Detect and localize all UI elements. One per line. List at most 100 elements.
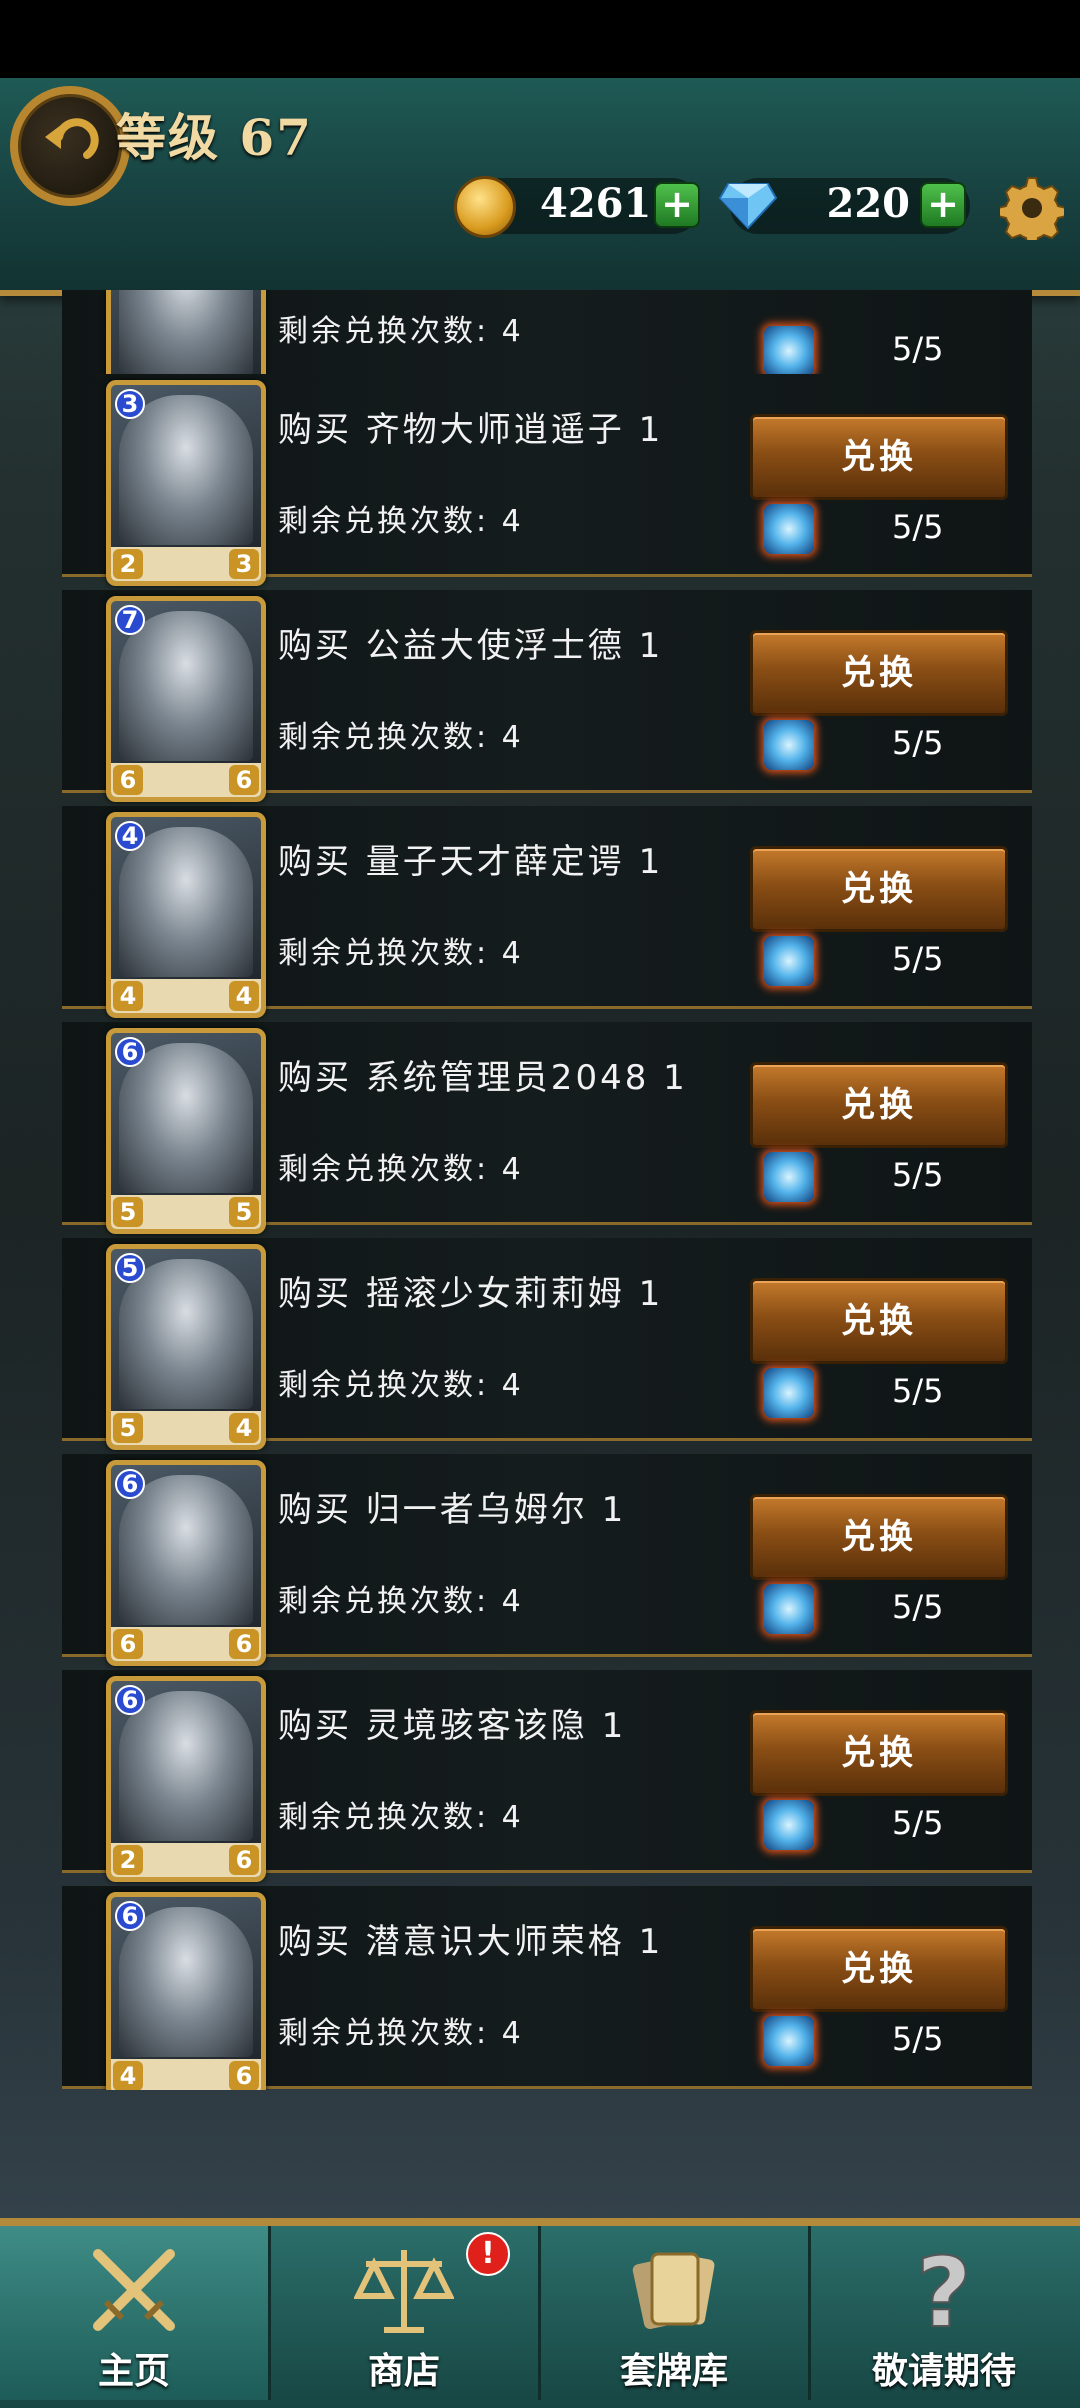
exchange-cost: 5/5	[892, 724, 944, 762]
card-art	[119, 1259, 253, 1409]
list-item: 5 5 4 购买 摇滚少女莉莉姆 1 剩余兑换次数: 4 兑换 5/5	[62, 1238, 1032, 1450]
exchange-cost: 5/5	[892, 508, 944, 546]
tab-home[interactable]: 主页	[0, 2226, 271, 2400]
remaining-count: 剩余兑换次数: 4	[278, 1800, 524, 1835]
add-gems-button[interactable]: +	[920, 182, 966, 228]
exchange-cost: 5/5	[892, 1588, 944, 1626]
card-cost: 6	[115, 1469, 145, 1499]
card-health: 6	[229, 1629, 259, 1659]
tab-deck[interactable]: 套牌库	[540, 2226, 811, 2400]
card-art	[119, 1691, 253, 1841]
character-card[interactable]: 6 2 6	[106, 1676, 266, 1882]
card-art	[119, 827, 253, 977]
remaining-count: 剩余兑换次数: 4	[278, 504, 524, 539]
remaining-count: 剩余兑换次数: 4	[278, 314, 524, 349]
buy-label: 购买 归一者乌姆尔 1	[278, 1490, 627, 1530]
ice-crystal-icon	[764, 1152, 814, 1202]
card-art	[119, 611, 253, 761]
card-cost: 7	[115, 605, 145, 635]
exchange-cost: 5/5	[892, 940, 944, 978]
exchange-button[interactable]: 兑换	[750, 1710, 1008, 1796]
buy-label: 购买 量子天才薛定谔 1	[278, 842, 664, 882]
card-art	[119, 1043, 253, 1193]
svg-text:?: ?	[916, 2240, 972, 2340]
scales-icon	[354, 2250, 454, 2333]
list-item: 6 2 6 购买 灵境骇客该隐 1 剩余兑换次数: 4 兑换 5/5	[62, 1670, 1032, 1882]
exchange-list[interactable]: 5 5 剩余兑换次数: 4 5/5 3 2 3 购买 齐物大师逍遥子 1 剩余兑…	[62, 290, 1032, 2090]
exchange-button[interactable]: 兑换	[750, 1278, 1008, 1364]
card-cost: 6	[115, 1037, 145, 1067]
exchange-cost: 5/5	[892, 1156, 944, 1194]
character-card[interactable]: 6 5 5	[106, 1028, 266, 1234]
exchange-button[interactable]: 兑换	[750, 630, 1008, 716]
add-coins-button[interactable]: +	[654, 182, 700, 228]
shop-notification-badge: !	[466, 2232, 510, 2276]
buy-label: 购买 系统管理员2048 1	[278, 1058, 688, 1098]
list-item: 6 4 6 购买 潜意识大师荣格 1 剩余兑换次数: 4 兑换 5/5	[62, 1886, 1032, 2090]
tab-coming-soon[interactable]: ? 敬请期待	[810, 2226, 1078, 2400]
diamond-icon	[718, 183, 778, 230]
card-deck-icon	[632, 2252, 715, 2329]
character-card[interactable]: 6 6 6	[106, 1460, 266, 1666]
exchange-button[interactable]: 兑换	[750, 414, 1008, 500]
settings-gear-icon[interactable]	[1000, 176, 1064, 240]
character-card[interactable]: 6 4 6	[106, 1892, 266, 2090]
player-level: 等级 67	[116, 108, 313, 167]
buy-label: 购买 潜意识大师荣格 1	[278, 1922, 664, 1962]
exchange-cost: 5/5	[892, 330, 944, 368]
back-button[interactable]	[10, 86, 130, 206]
card-attack: 2	[113, 1845, 143, 1875]
card-health: 4	[229, 981, 259, 1011]
character-card[interactable]: 5 5 4	[106, 1244, 266, 1450]
ice-crystal-icon	[764, 326, 814, 376]
list-item: 6 6 6 购买 归一者乌姆尔 1 剩余兑换次数: 4 兑换 5/5	[62, 1454, 1032, 1666]
back-arrow-icon	[45, 118, 99, 159]
character-card[interactable]: 3 2 3	[106, 380, 266, 586]
buy-label: 购买 公益大使浮士德 1	[278, 626, 664, 666]
card-cost: 6	[115, 1685, 145, 1715]
card-attack: 5	[113, 1197, 143, 1227]
character-card[interactable]: 4 4 4	[106, 812, 266, 1018]
exchange-button[interactable]: 兑换	[750, 1062, 1008, 1148]
remaining-count: 剩余兑换次数: 4	[278, 720, 524, 755]
ice-crystal-icon	[764, 936, 814, 986]
remaining-count: 剩余兑换次数: 4	[278, 2016, 524, 2051]
ice-crystal-icon	[764, 2016, 814, 2066]
crossed-swords-icon	[93, 2249, 175, 2331]
buy-label: 购买 齐物大师逍遥子 1	[278, 410, 664, 450]
card-health: 6	[229, 765, 259, 795]
ice-crystal-icon	[764, 1800, 814, 1850]
tab-coming-soon-label: 敬请期待	[871, 2351, 1016, 2392]
remaining-count: 剩余兑换次数: 4	[278, 1584, 524, 1619]
list-item: 3 2 3 购买 齐物大师逍遥子 1 剩余兑换次数: 4 兑换 5/5	[62, 374, 1032, 586]
tab-shop-label: 商店	[367, 2351, 440, 2392]
exchange-cost: 5/5	[892, 1372, 944, 1410]
tab-home-label: 主页	[97, 2351, 170, 2392]
card-health: 6	[229, 1845, 259, 1875]
card-cost: 6	[115, 1901, 145, 1931]
remaining-count: 剩余兑换次数: 4	[278, 936, 524, 971]
exchange-button[interactable]: 兑换	[750, 1926, 1008, 2012]
gem-amount: 220	[826, 180, 911, 227]
card-attack: 4	[113, 981, 143, 1011]
card-health: 6	[229, 2061, 259, 2090]
card-art	[119, 1907, 253, 2057]
remaining-count: 剩余兑换次数: 4	[278, 1152, 524, 1187]
card-cost: 4	[115, 821, 145, 851]
card-attack: 6	[113, 1629, 143, 1659]
character-card[interactable]: 7 6 6	[106, 596, 266, 802]
card-attack: 5	[113, 1413, 143, 1443]
list-item: 4 4 4 购买 量子天才薛定谔 1 剩余兑换次数: 4 兑换 5/5	[62, 806, 1032, 1018]
tab-deck-label: 套牌库	[619, 2351, 728, 2392]
ice-crystal-icon	[764, 720, 814, 770]
card-art	[119, 1475, 253, 1625]
card-cost: 3	[115, 389, 145, 419]
list-item: 7 6 6 购买 公益大使浮士德 1 剩余兑换次数: 4 兑换 5/5	[62, 590, 1032, 802]
coin-icon	[454, 176, 516, 238]
buy-label: 购买 摇滚少女莉莉姆 1	[278, 1274, 664, 1314]
buy-label: 购买 灵境骇客该隐 1	[278, 1706, 627, 1746]
exchange-button[interactable]: 兑换	[750, 846, 1008, 932]
exchange-button[interactable]: 兑换	[750, 1494, 1008, 1580]
ice-crystal-icon	[764, 1584, 814, 1634]
card-health: 5	[229, 1197, 259, 1227]
